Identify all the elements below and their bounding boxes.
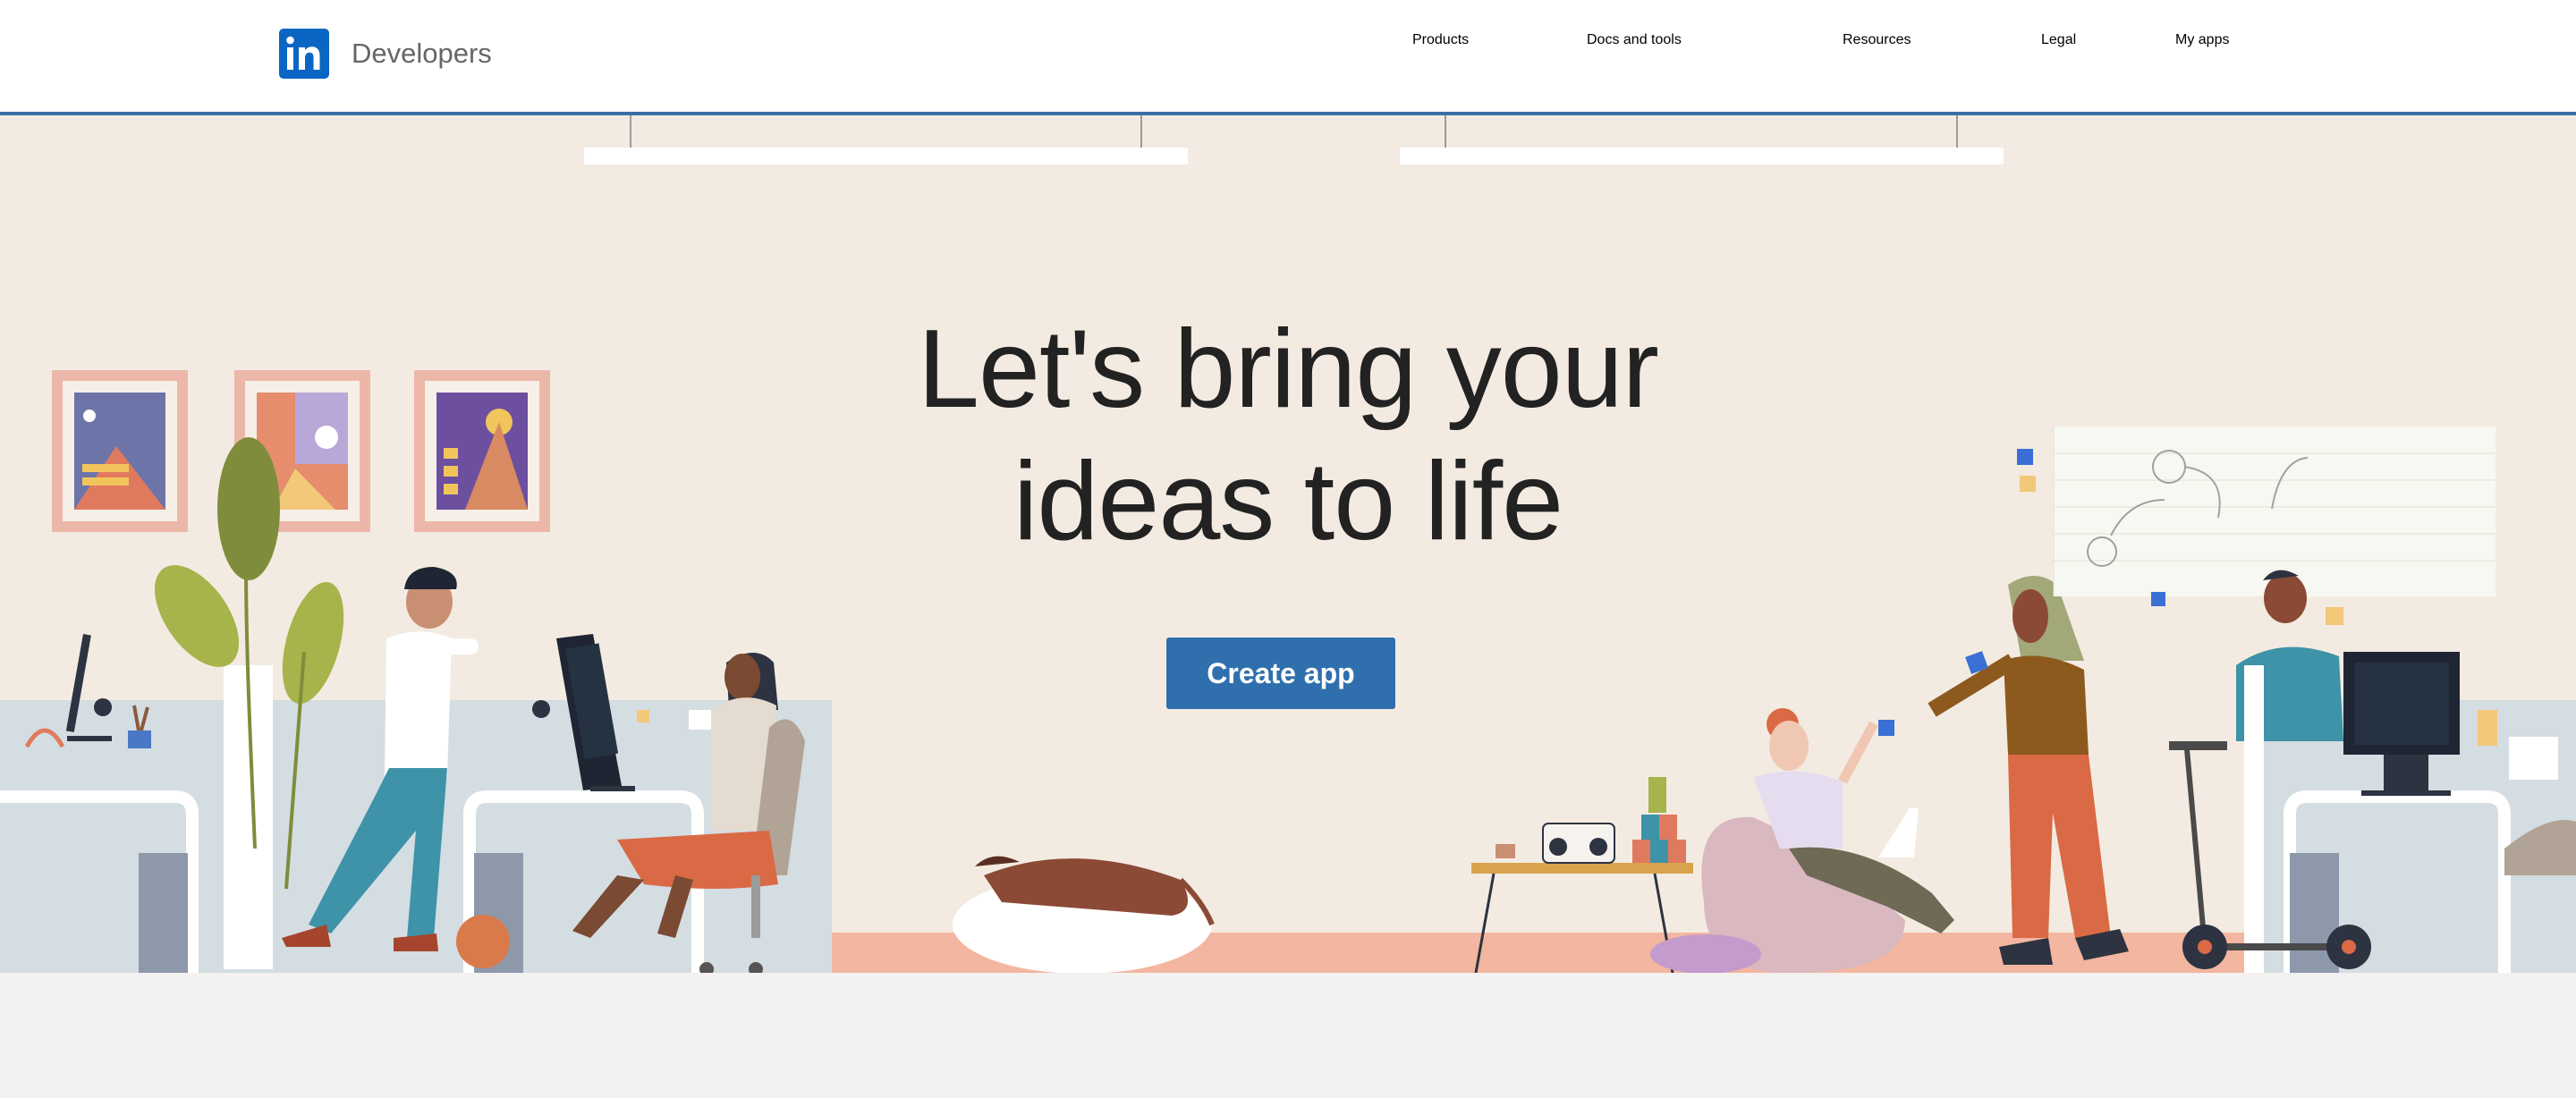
site-header: Developers Products Docs and tools Resou… bbox=[0, 0, 2576, 115]
dog-on-bed bbox=[953, 856, 1215, 973]
whiteboard bbox=[2017, 427, 2496, 606]
page-bottom-area bbox=[0, 973, 2576, 1098]
developers-brand-label[interactable]: Developers bbox=[352, 34, 492, 73]
framed-pictures bbox=[52, 370, 550, 532]
linkedin-logo-icon[interactable] bbox=[279, 29, 329, 79]
hero-headline-line-1: Let's bring your bbox=[918, 308, 1659, 431]
hero-section: Let's bring your ideas to life Create ap… bbox=[0, 115, 2576, 973]
ceiling-lights bbox=[584, 115, 2004, 165]
nav-legal[interactable]: Legal bbox=[2041, 32, 2076, 48]
nav-my-apps[interactable]: My apps bbox=[2175, 32, 2229, 48]
nav-docs-and-tools[interactable]: Docs and tools bbox=[1587, 32, 1682, 48]
hero-headline: Let's bring your ideas to life bbox=[841, 303, 1735, 568]
create-app-button[interactable]: Create app bbox=[1166, 638, 1395, 709]
hero-headline-line-2: ideas to life bbox=[1013, 440, 1563, 563]
standing-woman bbox=[1928, 576, 2129, 965]
nav-products[interactable]: Products bbox=[1412, 32, 1469, 48]
nav-resources[interactable]: Resources bbox=[1843, 32, 1911, 48]
